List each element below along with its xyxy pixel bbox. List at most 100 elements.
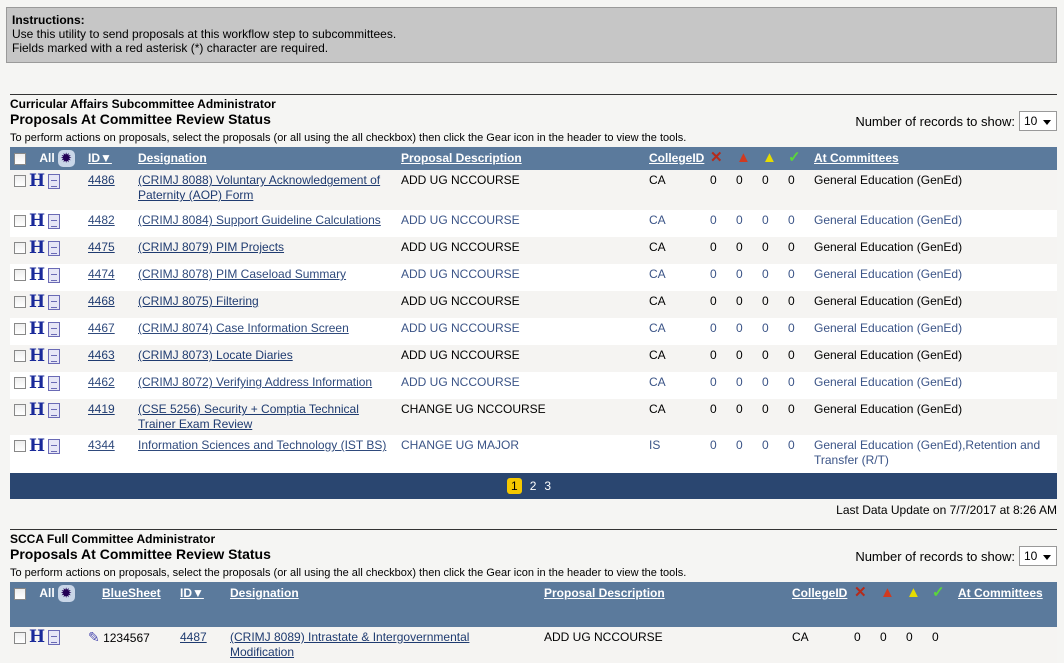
designation-link[interactable]: (CRIMJ 8078) PIM Caseload Summary [138,267,346,281]
sort-college[interactable]: CollegeID [792,586,847,600]
designation-link[interactable]: (CRIMJ 8075) Filtering [138,294,259,308]
sort-committees[interactable]: At Committees [958,586,1043,600]
row-actions: H [10,318,84,346]
row-actions: H [10,210,84,238]
table-row: H 4344 Information Sciences and Technolo… [10,435,1057,474]
sort-college[interactable]: CollegeID [649,151,704,165]
college-cell: CA [645,264,706,292]
proposal-id-link[interactable]: 4419 [88,402,115,416]
sort-designation[interactable]: Designation [138,151,207,165]
document-icon[interactable] [48,294,61,310]
h-icon[interactable]: H [29,265,45,285]
designation-link[interactable]: (CRIMJ 8073) Locate Diaries [138,348,293,362]
page-3[interactable]: 3 [544,479,551,493]
proposal-id-link[interactable]: 4344 [88,438,115,452]
row-checkbox[interactable] [14,440,26,453]
proposal-id-link[interactable]: 4463 [88,348,115,362]
document-icon[interactable] [48,240,61,256]
count-cell: 0 [732,345,758,373]
row-checkbox[interactable] [14,377,26,390]
designation-link[interactable]: (CSE 5256) Security + Comptia Technical … [138,402,359,431]
description-cell: ADD UG NCCOURSE [397,264,645,292]
count-cell: 0 [732,237,758,265]
row-checkbox[interactable] [14,296,26,309]
table-row: H 4467 (CRIMJ 8074) Case Information Scr… [10,318,1057,346]
row-checkbox[interactable] [14,631,26,644]
row-checkbox[interactable] [14,269,26,282]
row-checkbox[interactable] [14,215,26,228]
proposal-id-link[interactable]: 4468 [88,294,115,308]
document-icon[interactable] [48,213,61,229]
description-cell: ADD UG NCCOURSE [397,372,645,400]
row-actions: H [10,435,84,474]
check-icon: ✓ [932,584,945,601]
row-checkbox[interactable] [14,404,26,417]
proposal-id-link[interactable]: 4486 [88,173,115,187]
instructions-line: Use this utility to send proposals at th… [12,27,397,41]
sort-id[interactable]: ID▼ [180,586,204,600]
proposal-id-link[interactable]: 4474 [88,267,115,281]
document-icon[interactable] [48,630,61,646]
row-actions: H [10,372,84,400]
committees-cell: General Education (GenEd) [810,170,1057,211]
proposal-id-link[interactable]: 4482 [88,213,115,227]
designation-link[interactable]: Information Sciences and Technology (IST… [138,438,386,452]
select-all-checkbox[interactable] [14,152,26,165]
description-cell: ADD UG NCCOURSE [397,210,645,238]
table-row: H 4468 (CRIMJ 8075) Filtering ADD UG NCC… [10,291,1057,319]
gear-icon[interactable]: ✹ [57,150,75,168]
row-checkbox[interactable] [14,242,26,255]
sort-id[interactable]: ID▼ [88,151,112,165]
designation-link[interactable]: (CRIMJ 8084) Support Guideline Calculati… [138,213,381,227]
proposal-id-link[interactable]: 4462 [88,375,115,389]
row-checkbox[interactable] [14,323,26,336]
h-icon[interactable]: H [29,211,45,231]
sort-committees[interactable]: At Committees [814,151,899,165]
document-icon[interactable] [48,267,61,283]
count-cell: 0 [732,264,758,292]
page-2[interactable]: 2 [530,479,537,493]
sort-description[interactable]: Proposal Description [401,151,522,165]
proposal-id-link[interactable]: 4487 [180,630,207,644]
committees-cell: General Education (GenEd) [810,372,1057,400]
document-icon[interactable] [48,348,61,364]
proposal-id-link[interactable]: 4475 [88,240,115,254]
sort-description[interactable]: Proposal Description [544,586,665,600]
gear-icon[interactable]: ✹ [57,585,75,603]
h-icon[interactable]: H [29,319,45,339]
row-actions: H [10,399,84,436]
records-select[interactable]: 10 [1019,546,1057,566]
document-icon[interactable] [48,438,61,454]
h-icon[interactable]: H [29,400,45,420]
records-to-show: Number of records to show: 10 [855,111,1057,131]
designation-link[interactable]: (CRIMJ 8088) Voluntary Acknowledgement o… [138,173,380,202]
designation-link[interactable]: (CRIMJ 8079) PIM Projects [138,240,284,254]
document-icon[interactable] [48,321,61,337]
description-cell: ADD UG NCCOURSE [540,627,788,663]
sort-bluesheet[interactable]: BlueSheet [102,586,161,600]
sort-designation[interactable]: Designation [230,586,299,600]
designation-link[interactable]: (CRIMJ 8089) Intrastate & Intergovernmen… [230,630,469,659]
records-select[interactable]: 10 [1019,111,1057,131]
instructions-heading: Instructions: [12,13,85,27]
row-checkbox[interactable] [14,350,26,363]
h-icon[interactable]: H [29,627,45,647]
document-icon[interactable] [48,402,61,418]
h-icon[interactable]: H [29,238,45,258]
document-icon[interactable] [48,173,61,189]
h-icon[interactable]: H [29,292,45,312]
row-checkbox[interactable] [14,175,26,188]
pencil-icon[interactable]: ✎ [88,629,100,645]
h-icon[interactable]: H [29,346,45,366]
proposal-id-link[interactable]: 4467 [88,321,115,335]
designation-link[interactable]: (CRIMJ 8072) Verifying Address Informati… [138,375,372,389]
select-all-checkbox[interactable] [14,587,26,600]
designation-link[interactable]: (CRIMJ 8074) Case Information Screen [138,321,349,335]
h-icon[interactable]: H [29,373,45,393]
document-icon[interactable] [48,375,61,391]
page-1[interactable]: 1 [507,478,522,495]
instructions-line: Fields marked with a red asterisk (*) ch… [12,41,329,55]
h-icon[interactable]: H [29,171,45,191]
h-icon[interactable]: H [29,436,45,456]
yellow-warning-icon: ▲ [906,584,921,601]
